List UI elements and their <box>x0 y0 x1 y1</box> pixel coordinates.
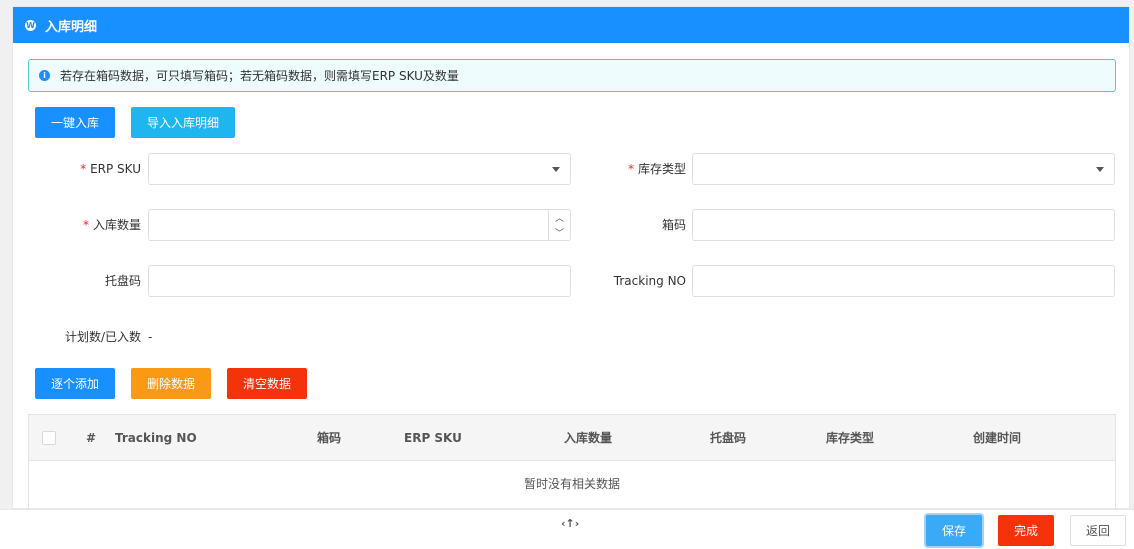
footer-bar: ‹↑› 保存 完成 返回 <box>0 509 1134 549</box>
info-icon: i <box>39 70 50 81</box>
decrement-icon[interactable]: ﹀ <box>549 225 570 240</box>
caret-down-icon <box>1096 167 1104 172</box>
column-header: ERP SKU <box>404 431 462 445</box>
empty-table-message: 暂时没有相关数据 <box>523 477 620 491</box>
clear-data-button[interactable]: 清空数据 <box>227 368 307 399</box>
pallet-code-input[interactable] <box>148 265 571 297</box>
column-header: # <box>86 431 97 445</box>
stock-type-select[interactable] <box>692 153 1115 185</box>
column-header: Tracking NO <box>115 431 197 445</box>
box-code-label: 箱码 <box>661 218 686 232</box>
erp-sku-select[interactable] <box>148 153 571 185</box>
inbound-detail-panel: W 入库明细 i 若存在箱码数据，可只填写箱码；若无箱码数据，则需填写ERP S… <box>12 6 1130 510</box>
panel-title: 入库明细 <box>45 19 98 35</box>
panel-header: W 入库明细 <box>13 7 1129 43</box>
select-all-checkbox[interactable] <box>42 431 56 445</box>
caret-down-icon <box>552 167 560 172</box>
increment-icon[interactable]: ︿ <box>549 210 570 225</box>
stock-type-label: * 库存类型 <box>627 162 686 176</box>
box-code-input[interactable] <box>692 209 1115 241</box>
one-click-inbound-button[interactable]: 一键入库 <box>35 107 115 138</box>
plan-received-label: 计划数/已入数 <box>64 330 141 344</box>
plan-received-value: - <box>148 330 153 344</box>
alert-text: 若存在箱码数据，可只填写箱码；若无箱码数据，则需填写ERP SKU及数量 <box>60 69 459 83</box>
column-header: 创建时间 <box>973 431 1022 445</box>
inbound-table: # Tracking NO 箱码 ERP SKU 入库数量 托盘码 库存类型 创… <box>28 414 1116 510</box>
import-inbound-detail-button[interactable]: 导入入库明细 <box>131 107 235 138</box>
column-header: 库存类型 <box>826 431 875 445</box>
quantity-label: * 入库数量 <box>82 218 141 232</box>
wordpress-icon: W <box>25 19 36 31</box>
erp-sku-label: * ERP SKU <box>80 162 141 176</box>
collapse-arrows-icon[interactable]: ‹↑› <box>561 517 579 530</box>
table-header: # Tracking NO 箱码 ERP SKU 入库数量 托盘码 库存类型 创… <box>29 415 1115 461</box>
column-header: 入库数量 <box>564 431 613 445</box>
quantity-stepper[interactable]: ︿ ﹀ <box>148 209 571 241</box>
back-button[interactable]: 返回 <box>1070 515 1126 546</box>
column-header: 托盘码 <box>710 431 747 445</box>
save-button[interactable]: 保存 <box>926 515 982 546</box>
tracking-no-input[interactable] <box>692 265 1115 297</box>
done-button[interactable]: 完成 <box>998 515 1054 546</box>
pallet-code-label: 托盘码 <box>104 274 141 288</box>
info-alert: i 若存在箱码数据，可只填写箱码；若无箱码数据，则需填写ERP SKU及数量 <box>28 59 1116 92</box>
stepper-controls: ︿ ﹀ <box>548 210 570 240</box>
column-header: 箱码 <box>317 431 342 445</box>
tracking-no-label: Tracking NO <box>613 274 686 288</box>
delete-data-button[interactable]: 删除数据 <box>131 368 211 399</box>
add-one-button[interactable]: 逐个添加 <box>35 368 115 399</box>
